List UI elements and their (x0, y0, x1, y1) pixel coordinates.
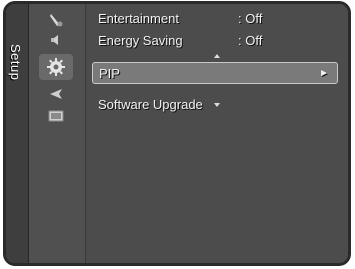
category-tab-label: Setup (8, 44, 23, 81)
scroll-up-indicator (214, 54, 220, 58)
setup-menu-list: Entertainment : Off Energy Saving : Off … (86, 4, 348, 263)
menu-item-software-upgrade[interactable]: Software Upgrade (92, 94, 338, 116)
tv-osd-menu: Setup Entertainment: Off Energy Saving … (3, 1, 351, 266)
setup-gear-icon[interactable] (39, 54, 73, 80)
menu-item-value: : Off (238, 33, 263, 48)
menu-item-label: Energy Saving (98, 33, 183, 48)
picture-icon[interactable] (47, 12, 65, 28)
submenu-arrow-icon: ► (319, 68, 329, 79)
menu-item-energy-saving[interactable]: Energy Saving : Off (92, 30, 338, 52)
menu-item-entertainment[interactable]: Entertainment : Off (92, 8, 338, 30)
category-tab[interactable]: Setup (6, 4, 29, 263)
sound-icon[interactable] (47, 32, 65, 48)
input-icon[interactable] (47, 86, 65, 102)
menu-item-pip[interactable]: PIP ► (92, 62, 338, 84)
application-icon[interactable] (47, 108, 65, 124)
menu-item-label: Entertainment (98, 11, 179, 26)
menu-item-value: : Off (238, 11, 263, 26)
menu-item-label: PIP (99, 66, 120, 81)
category-icon-column (29, 4, 86, 263)
menu-item-label: Software Upgrade (98, 97, 203, 112)
